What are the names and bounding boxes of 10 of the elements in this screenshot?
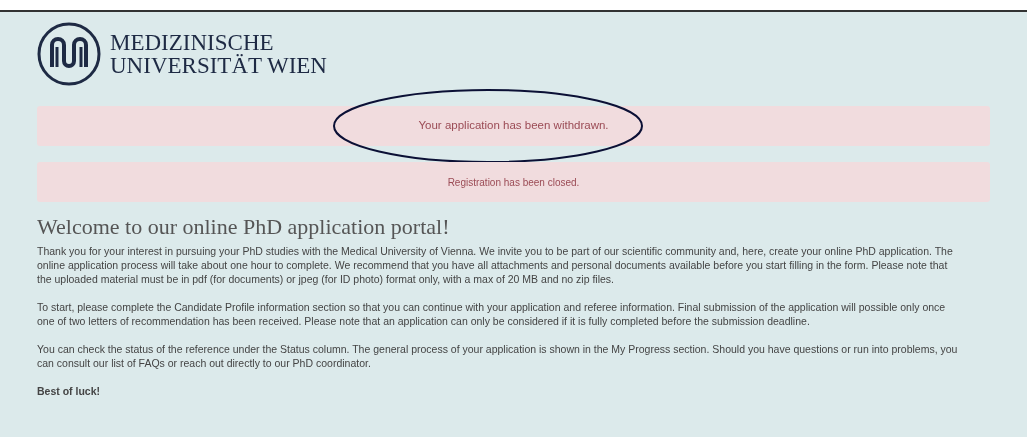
page-heading: Welcome to our online PhD application portal!	[37, 214, 451, 240]
paragraph: Best of luck!	[37, 384, 101, 398]
logo-text: UNIVERSITÄT WIEN	[110, 54, 327, 77]
alert-text: Your application has been withdrawn.	[418, 118, 609, 134]
logo-icon	[36, 21, 102, 87]
paragraph: Thank you for your interest in pursuing your PhD studies with the Medical University of Vienna. We invite you to be part of our scientific community and, here, create your online PhD application. The online application process will take about one hour to complete. We recommend that you have all attachments and personal documents available before you start filling in the form. Please note that the uploaded material must be in pdf (for documents) or jpeg (for ID photo) format only, with a max of 20 MB and no zip files.	[37, 244, 954, 286]
alert-text: Registration has been closed.	[447, 175, 580, 190]
logo-text: MEDIZINISCHE	[110, 31, 275, 54]
paragraph: To start, please complete the Candidate Profile information section so that you can continue with your application and referee information. Final submission of the application will possible only once one of two letters of recommendation has been received. Please note that an application can only be considered if it is fully completed before the submission deadline.	[37, 300, 947, 328]
paragraph: You can check the status of the reference under the Status column. The general process of your application is shown in the My Progress section. Should you have questions or run into problems, you can consult our list of FAQs or reach out directly to our PhD coordinator.	[37, 342, 959, 370]
